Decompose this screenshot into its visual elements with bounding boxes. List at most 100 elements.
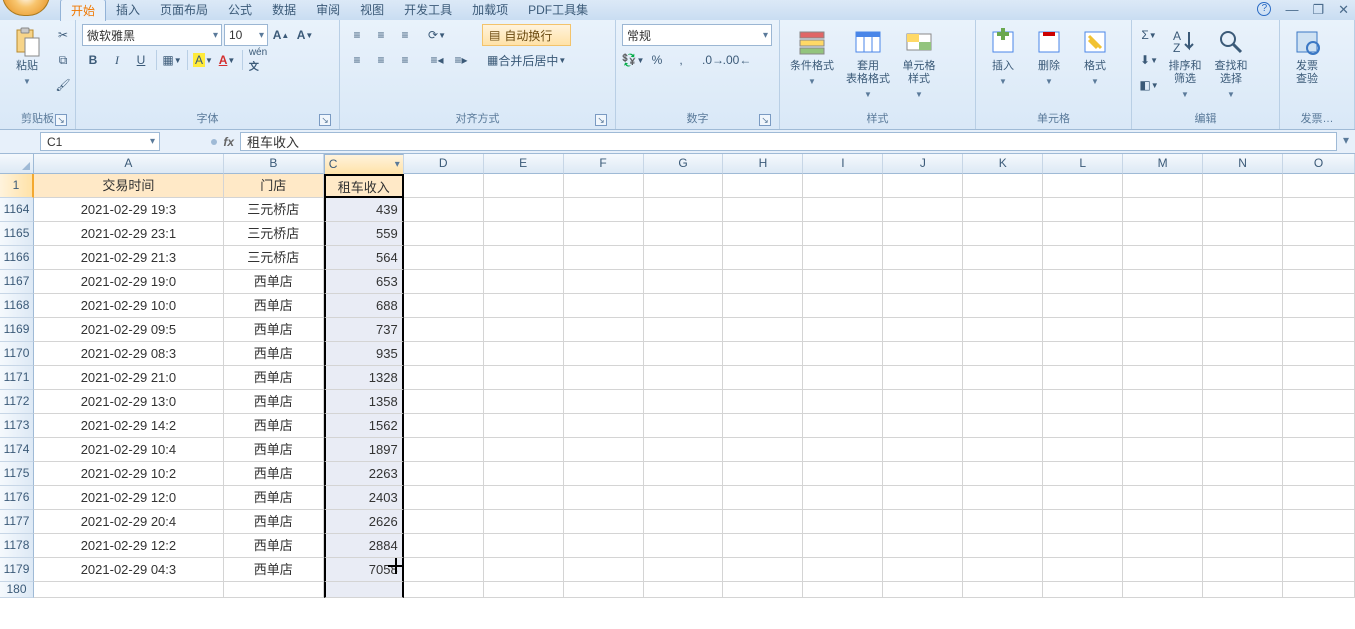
cell[interactable]: 1328 (324, 366, 404, 390)
cell[interactable]: 2021-02-29 08:3 (34, 342, 224, 366)
cell[interactable] (723, 534, 803, 558)
cell[interactable] (1123, 510, 1203, 534)
cell[interactable] (644, 198, 724, 222)
cell[interactable] (1283, 294, 1355, 318)
cell[interactable] (644, 390, 724, 414)
tab-视图[interactable]: 视图 (350, 0, 394, 21)
cell[interactable] (484, 342, 564, 366)
cell[interactable] (1203, 390, 1283, 414)
cell[interactable]: 935 (324, 342, 404, 366)
cell[interactable] (883, 390, 963, 414)
cell[interactable] (883, 222, 963, 246)
cell[interactable] (644, 534, 724, 558)
cell[interactable] (723, 222, 803, 246)
cell[interactable] (1203, 270, 1283, 294)
cell[interactable]: 西单店 (224, 462, 324, 486)
cell[interactable]: 2021-02-29 20:4 (34, 510, 224, 534)
cell[interactable] (404, 246, 484, 270)
close-button[interactable]: ✕ (1338, 2, 1349, 18)
cell[interactable] (1283, 414, 1355, 438)
cell[interactable] (963, 582, 1043, 598)
column-header-J[interactable]: J (883, 154, 963, 174)
copy-button[interactable]: ⧉ (52, 49, 74, 71)
cell[interactable] (404, 294, 484, 318)
cell[interactable] (1123, 534, 1203, 558)
cell[interactable] (1203, 366, 1283, 390)
cell[interactable]: 2021-02-29 14:2 (34, 414, 224, 438)
cell[interactable] (883, 582, 963, 598)
cell[interactable] (963, 222, 1043, 246)
cell[interactable] (404, 174, 484, 198)
cell[interactable] (484, 462, 564, 486)
cell[interactable] (564, 294, 644, 318)
row-header[interactable]: 1178 (0, 534, 34, 558)
column-header-I[interactable]: I (803, 154, 883, 174)
cell[interactable] (1283, 270, 1355, 294)
cell[interactable] (644, 222, 724, 246)
cell[interactable] (564, 174, 644, 198)
cell[interactable] (723, 342, 803, 366)
cell[interactable] (963, 318, 1043, 342)
dialog-launcher-icon[interactable]: ↘ (55, 114, 67, 126)
cell[interactable]: 交易时间 (34, 174, 224, 198)
cell[interactable] (1043, 294, 1123, 318)
cell[interactable] (644, 270, 724, 294)
cell[interactable] (803, 558, 883, 582)
tab-开始[interactable]: 开始 (60, 0, 106, 21)
merge-center-button[interactable]: ▦ 合并后居中 ▼ (482, 49, 571, 71)
paste-button[interactable]: 粘贴▼ (6, 24, 48, 90)
cell[interactable] (803, 270, 883, 294)
cell[interactable] (644, 174, 724, 198)
cell[interactable] (564, 534, 644, 558)
cell[interactable] (803, 222, 883, 246)
cell[interactable] (1203, 486, 1283, 510)
cell[interactable] (1043, 318, 1123, 342)
row-header[interactable]: 1170 (0, 342, 34, 366)
cell[interactable] (803, 390, 883, 414)
bold-button[interactable]: B (82, 49, 104, 71)
cell[interactable]: 2021-02-29 10:4 (34, 438, 224, 462)
font-name-select[interactable]: 微软雅黑 (82, 24, 222, 46)
cell[interactable]: 2884 (324, 534, 404, 558)
cell[interactable] (963, 342, 1043, 366)
cell[interactable] (963, 174, 1043, 198)
cell[interactable] (1123, 198, 1203, 222)
cell[interactable] (883, 198, 963, 222)
cell[interactable] (564, 438, 644, 462)
find-select-button[interactable]: 查找和 选择▼ (1210, 24, 1252, 103)
font-color-button[interactable]: A▼ (216, 49, 238, 71)
spreadsheet-grid[interactable]: ABCDEFGHIJKLMNO 111641165116611671168116… (0, 154, 1355, 629)
cell[interactable] (803, 342, 883, 366)
cell[interactable] (723, 558, 803, 582)
tab-页面布局[interactable]: 页面布局 (150, 0, 218, 21)
cell[interactable] (1203, 342, 1283, 366)
cell[interactable] (564, 414, 644, 438)
percent-button[interactable]: % (646, 49, 668, 71)
cell[interactable]: 西单店 (224, 510, 324, 534)
row-header[interactable]: 1166 (0, 246, 34, 270)
row-header[interactable]: 1168 (0, 294, 34, 318)
cell[interactable] (1043, 486, 1123, 510)
cell[interactable] (1123, 318, 1203, 342)
cell[interactable]: 688 (324, 294, 404, 318)
cell[interactable]: 2021-02-29 19:3 (34, 198, 224, 222)
cell[interactable] (803, 510, 883, 534)
cell[interactable]: 西单店 (224, 270, 324, 294)
cell[interactable] (564, 342, 644, 366)
office-button[interactable] (2, 0, 50, 16)
fx-icon[interactable]: fx (223, 135, 234, 149)
cell[interactable] (224, 582, 324, 598)
cell[interactable]: 559 (324, 222, 404, 246)
delete-cells-button[interactable]: 删除▼ (1028, 24, 1070, 90)
cell[interactable] (883, 342, 963, 366)
decrease-font-icon[interactable]: A▼ (294, 24, 316, 46)
cell[interactable] (1043, 438, 1123, 462)
cell[interactable] (404, 414, 484, 438)
cell[interactable] (1043, 462, 1123, 486)
cell[interactable] (1283, 534, 1355, 558)
cell[interactable] (1043, 582, 1123, 598)
cell[interactable] (564, 486, 644, 510)
cell[interactable] (1203, 510, 1283, 534)
cell[interactable] (1043, 534, 1123, 558)
underline-button[interactable]: U (130, 49, 152, 71)
